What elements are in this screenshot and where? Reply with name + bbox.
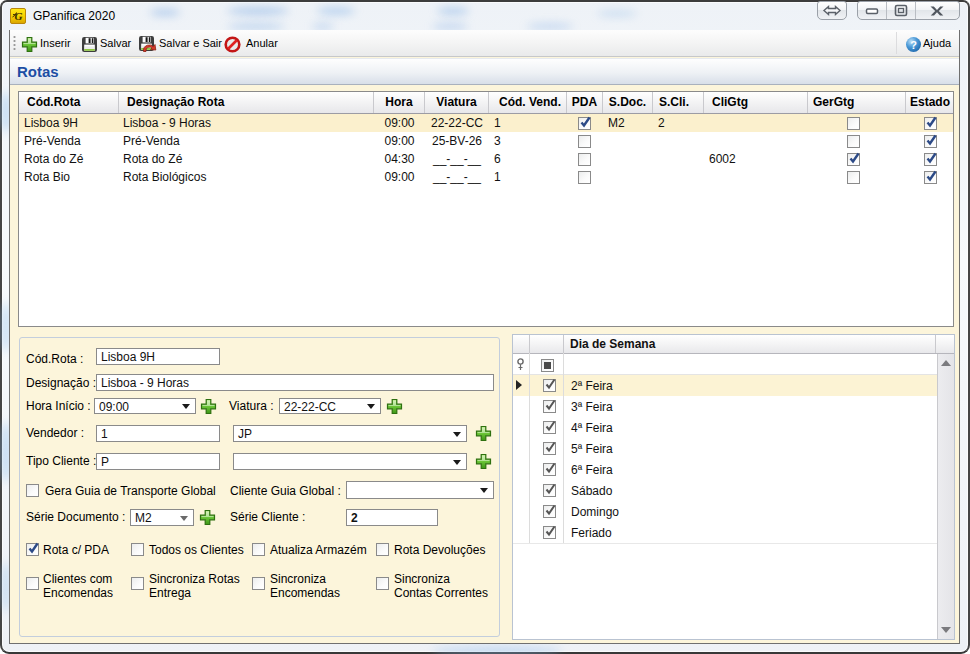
svg-text:G: G: [15, 10, 23, 22]
